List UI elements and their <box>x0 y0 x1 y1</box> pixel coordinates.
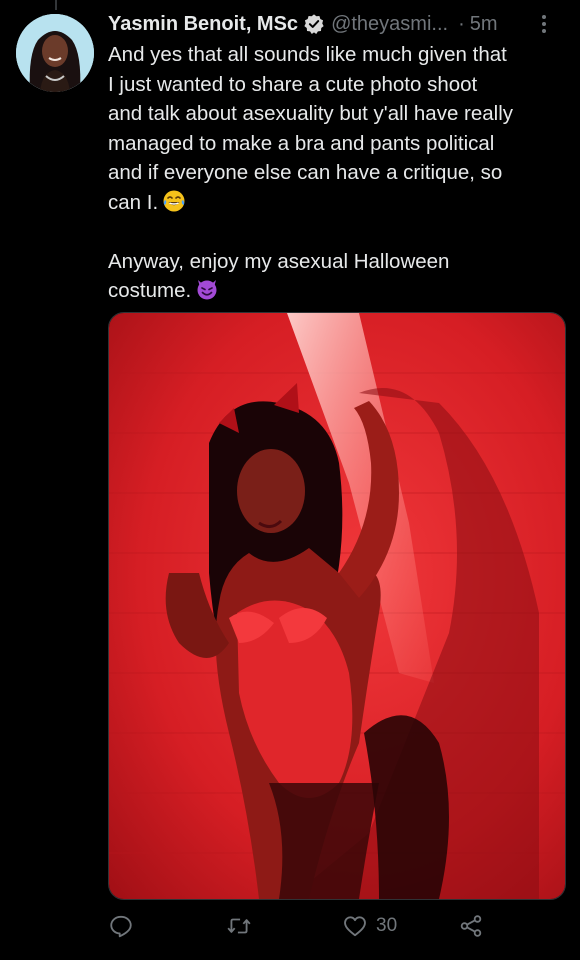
reply-button[interactable] <box>108 908 134 944</box>
verified-badge-icon <box>304 14 324 34</box>
timestamp[interactable]: 5m <box>470 13 498 36</box>
thread-connector-line <box>55 0 57 10</box>
tweet-paragraph-1: And yes that all sounds like much given … <box>108 40 572 217</box>
avatar[interactable] <box>16 14 94 92</box>
tweet-text: And yes that all sounds like much given … <box>108 40 572 306</box>
tweet-line: managed to make a bra and pants politica… <box>108 131 495 155</box>
like-button[interactable]: 30 <box>342 908 397 944</box>
retweet-icon <box>227 918 251 934</box>
share-button[interactable] <box>458 908 484 944</box>
retweet-button[interactable] <box>226 908 252 944</box>
tweet-line: costume. <box>108 279 192 302</box>
tweet-line: Anyway, enjoy my asexual Halloween <box>108 249 450 273</box>
share-icon <box>460 915 482 937</box>
smiling-face-with-horns-emoji-icon <box>197 280 217 300</box>
user-handle[interactable]: @theyasmi... <box>331 13 448 36</box>
tweet-header: Yasmin Benoit, MSc @theyasmi... · 5m <box>108 8 568 40</box>
tweet-line: and talk about asexuality but y'all have… <box>108 102 514 125</box>
tweet-paragraph-2: Anyway, enjoy my asexual Halloween costu… <box>108 247 572 306</box>
heart-icon <box>344 916 366 937</box>
tweet-photo[interactable] <box>108 312 566 900</box>
tweet-line: can I. <box>108 190 159 214</box>
reply-icon <box>110 915 132 938</box>
separator-dot: · <box>458 12 465 35</box>
like-count: 30 <box>376 915 398 936</box>
more-options-icon[interactable] <box>534 12 554 36</box>
tweet-actions: 30 <box>108 908 568 944</box>
display-name[interactable]: Yasmin Benoit, MSc <box>108 13 298 36</box>
tears-of-joy-emoji-icon <box>163 190 185 211</box>
tweet-line: And yes that all sounds like much given … <box>108 43 507 66</box>
tweet-line: I just wanted to share a cute photo shoo… <box>108 72 478 96</box>
tweet-line: and if everyone else can have a critique… <box>108 161 503 184</box>
